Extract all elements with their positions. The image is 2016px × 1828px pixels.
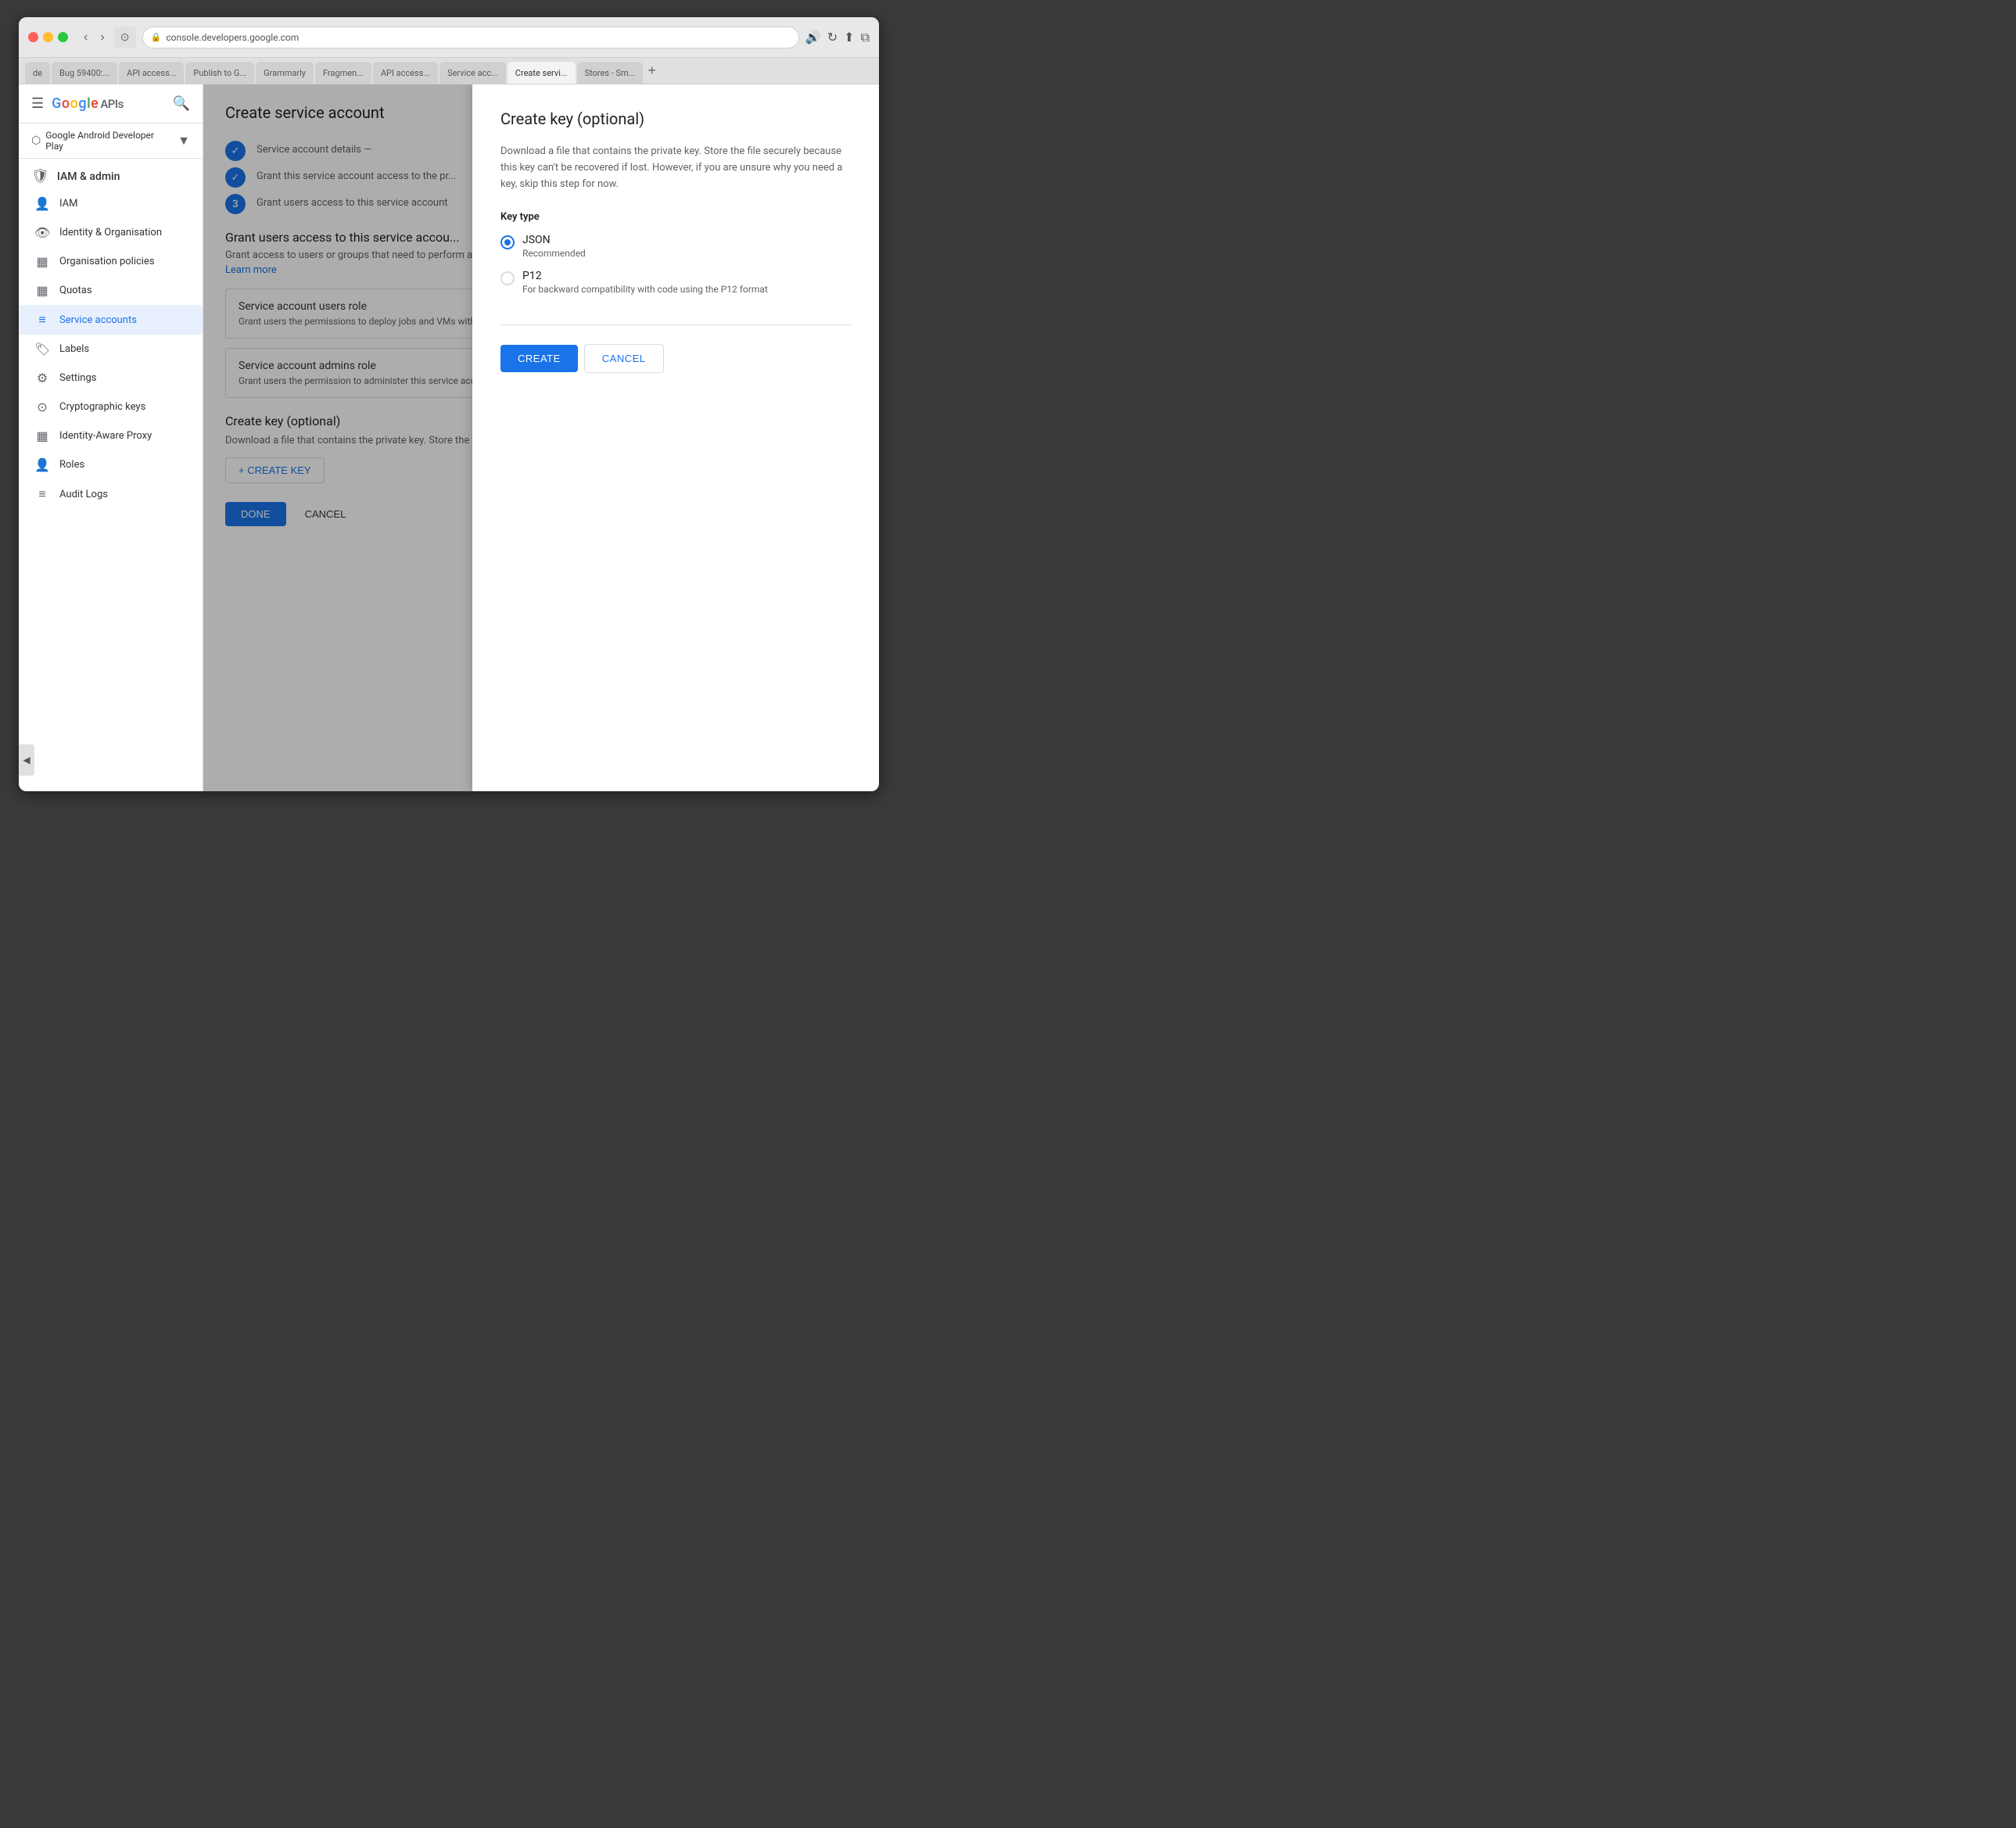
search-icon[interactable]: 🔍 — [173, 95, 190, 112]
settings-icon: ⚙ — [34, 371, 50, 385]
page-icon: ⊙ — [114, 27, 136, 48]
nav-label: Service accounts — [59, 314, 137, 326]
radio-btn-p12[interactable] — [500, 271, 515, 285]
browser-tab[interactable]: Publish to G... — [185, 62, 254, 84]
crypto-keys-icon: ⊙ — [34, 400, 50, 414]
labels-icon: 🏷 — [34, 342, 50, 357]
nav-label: Organisation policies — [59, 256, 155, 267]
browser-tab[interactable]: Service acc... — [439, 62, 506, 84]
nav-label: Roles — [59, 459, 84, 471]
audit-logs-icon: ≡ — [34, 486, 50, 502]
app-layout: ☰ Google APIs 🔍 ⬡ Google Android Develop… — [19, 84, 879, 791]
identity-proxy-icon: ▦ — [34, 428, 50, 443]
sidebar: ☰ Google APIs 🔍 ⬡ Google Android Develop… — [19, 84, 203, 791]
nav-label: Settings — [59, 372, 96, 384]
browser-tab[interactable]: API access... — [373, 62, 438, 84]
nav-label: Audit Logs — [59, 489, 108, 500]
project-bar[interactable]: ⬡ Google Android Developer Play ▼ — [19, 124, 203, 159]
radio-btn-json[interactable] — [500, 235, 515, 249]
dialog-desc: Download a file that contains the privat… — [500, 144, 851, 192]
apis-label: APIs — [100, 97, 124, 111]
roles-icon: 👤 — [34, 457, 50, 472]
minimize-traffic-light[interactable] — [43, 32, 53, 42]
sidebar-item-audit-logs[interactable]: ≡ Audit Logs — [19, 479, 203, 509]
nav-label: Identity & Organisation — [59, 227, 162, 238]
service-accounts-icon: ≡ — [34, 312, 50, 328]
nav-label: Quotas — [59, 285, 92, 296]
toolbar-right: 🔊 ↻ ⬆ ⧉ — [805, 30, 870, 45]
browser-tab[interactable]: Fragmen... — [315, 62, 371, 84]
sidebar-item-identity-proxy[interactable]: ▦ Identity-Aware Proxy — [19, 421, 203, 450]
close-traffic-light[interactable] — [28, 32, 38, 42]
sound-icon[interactable]: 🔊 — [805, 30, 821, 45]
dialog-panel: Create key (optional) Download a file th… — [472, 84, 879, 791]
project-icon: ⬡ — [31, 134, 41, 147]
browser-tab[interactable]: Stores - Sm... — [577, 62, 644, 84]
project-dropdown-icon[interactable]: ▼ — [178, 133, 190, 149]
sidebar-item-roles[interactable]: 👤 Roles — [19, 450, 203, 479]
collapse-sidebar-button[interactable]: ◀ — [19, 744, 34, 776]
shield-icon: 🛡 — [31, 168, 49, 185]
nav-label: Labels — [59, 343, 89, 355]
share-icon[interactable]: ⬆ — [844, 30, 854, 45]
title-bar: ‹ › ⊙ 🔒 console.developers.google.com 🔊 … — [19, 17, 879, 58]
sidebar-header: ☰ Google APIs 🔍 — [19, 84, 203, 124]
create-key-submit-button[interactable]: CREATE — [500, 345, 578, 372]
nav-label: IAM — [59, 198, 77, 210]
radio-label-p12: P12 — [522, 270, 768, 282]
sidebar-item-identity-org[interactable]: 👁 Identity & Organisation — [19, 218, 203, 247]
new-window-icon[interactable]: ⧉ — [861, 30, 870, 45]
iam-admin-label: IAM & admin — [57, 170, 120, 183]
lock-icon: 🔒 — [151, 32, 162, 42]
sidebar-item-labels[interactable]: 🏷 Labels — [19, 335, 203, 364]
radio-options: JSON Recommended P12 For backward compat… — [500, 234, 851, 306]
radio-sublabel-json: Recommended — [522, 248, 586, 259]
nav-label: Cryptographic keys — [59, 401, 145, 413]
nav-items-container: 👤 IAM 👁 Identity & Organisation ▦ Organisatio… — [19, 189, 203, 509]
tabs-bar: deBug 59400:...API access...Publish to G… — [19, 58, 879, 84]
nav-label: Identity-Aware Proxy — [59, 430, 152, 442]
divider — [500, 324, 851, 325]
org-policies-icon: ▦ — [34, 254, 50, 269]
url-text: console.developers.google.com — [166, 32, 299, 43]
identity-org-icon: 👁 — [34, 225, 50, 240]
sidebar-section: 🛡 IAM & admin — [19, 159, 203, 189]
dialog-actions: CREATE CANCEL — [500, 344, 851, 373]
create-sa-panel: Create service account ✓Service account … — [203, 84, 879, 791]
traffic-lights — [28, 32, 68, 42]
back-button[interactable]: ‹ — [81, 29, 91, 46]
reload-icon[interactable]: ↻ — [827, 30, 838, 45]
hamburger-menu[interactable]: ☰ — [31, 95, 44, 112]
browser-tab[interactable]: API access... — [119, 62, 184, 84]
project-name: Google Android Developer Play — [45, 130, 173, 152]
browser-tab[interactable]: Bug 59400:... — [52, 62, 117, 84]
radio-option-p12[interactable]: P12 For backward compatibility with code… — [500, 270, 851, 295]
sidebar-item-service-accounts[interactable]: ≡ Service accounts — [19, 305, 203, 335]
sidebar-item-org-policies[interactable]: ▦ Organisation policies — [19, 247, 203, 276]
cancel-dialog-button[interactable]: CANCEL — [584, 344, 664, 373]
forward-button[interactable]: › — [97, 29, 107, 46]
address-bar[interactable]: 🔒 console.developers.google.com — [142, 27, 799, 48]
browser-tab[interactable]: de — [25, 62, 50, 84]
main-content: Create service account ✓Service account … — [203, 84, 879, 791]
sidebar-item-settings[interactable]: ⚙ Settings — [19, 364, 203, 392]
browser-tab[interactable]: Grammarly — [256, 62, 314, 84]
sidebar-item-quotas[interactable]: ▦ Quotas — [19, 276, 203, 305]
key-type-label: Key type — [500, 211, 851, 223]
maximize-traffic-light[interactable] — [58, 32, 68, 42]
radio-label-json: JSON — [522, 234, 586, 246]
iam-icon: 👤 — [34, 196, 50, 211]
sidebar-item-iam[interactable]: 👤 IAM — [19, 189, 203, 218]
quotas-icon: ▦ — [34, 283, 50, 298]
dialog-title: Create key (optional) — [500, 109, 851, 128]
google-logo: Google APIs — [52, 95, 124, 112]
radio-sublabel-p12: For backward compatibility with code usi… — [522, 284, 768, 295]
browser-tab[interactable]: Create servi... — [508, 62, 576, 84]
sidebar-item-crypto-keys[interactable]: ⊙ Cryptographic keys — [19, 392, 203, 421]
radio-option-json[interactable]: JSON Recommended — [500, 234, 851, 259]
new-tab-button[interactable]: + — [644, 63, 659, 79]
